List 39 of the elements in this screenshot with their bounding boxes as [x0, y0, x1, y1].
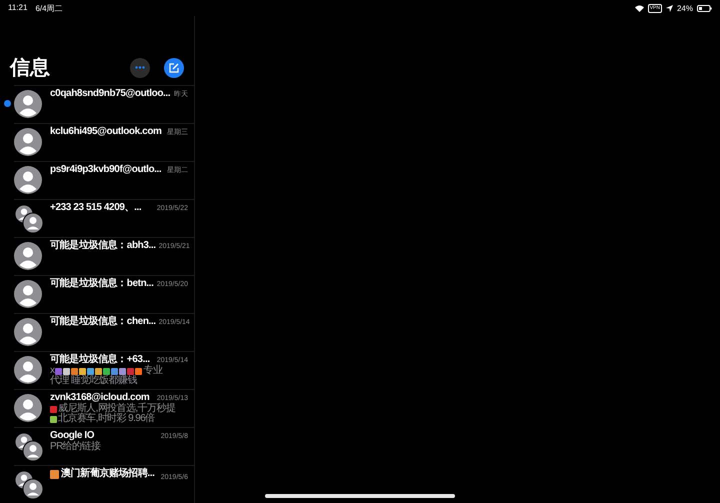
- avatar-icon: [14, 128, 42, 156]
- wifi-icon: [634, 4, 644, 12]
- status-date: 6/4周二: [35, 2, 63, 14]
- conversation-name: Google IO: [50, 430, 94, 441]
- conversation-name: +233 23 515 4209、...: [50, 202, 142, 214]
- more-button[interactable]: [130, 58, 150, 78]
- conversation-name: 可能是垃圾信息：+63...: [50, 354, 150, 365]
- conversation-name: kclu6hi495@outlook.com: [50, 126, 162, 138]
- avatar-icon: [22, 212, 44, 234]
- avatar-icon: [14, 280, 42, 308]
- message-preview: x: [50, 366, 54, 376]
- conversation-name: 可能是垃圾信息：betn...: [50, 278, 154, 290]
- conversation-name: 澳门新葡京赌场招聘...: [50, 468, 155, 480]
- avatar-icon: [14, 166, 42, 194]
- avatar-icon: [22, 478, 44, 500]
- message-preview: 威尼斯人,网投首选,千万秒提: [58, 404, 176, 414]
- battery-percent: 24%: [676, 4, 693, 12]
- avatar-icon: [14, 318, 42, 346]
- battery-icon: [697, 4, 712, 12]
- avatar-icon: [22, 440, 44, 462]
- avatar-icon: [14, 242, 42, 270]
- avatar-icon: [14, 356, 42, 384]
- conversation-name: zvnk3168@icloud.com: [50, 392, 150, 403]
- message-preview: 代理 睡觉吃饭都赚钱: [50, 376, 137, 386]
- ellipsis-icon: [135, 66, 145, 69]
- compose-icon: [169, 62, 179, 72]
- conversation-name: c0qah8snd9nb75@outloo...: [50, 88, 170, 100]
- avatar-icon: [14, 90, 42, 118]
- conversation-name: ps9r4i9p3kvb90f@outlo...: [50, 164, 162, 176]
- sidebar-title: 信息: [10, 56, 50, 81]
- location-arrow-icon: [666, 4, 673, 12]
- message-preview: PR给的链接: [50, 442, 100, 452]
- avatar-icon: [14, 394, 42, 422]
- conversation-name: 可能是垃圾信息：chen...: [50, 316, 156, 328]
- message-preview: 北京赛车,时时彩 9.96倍: [58, 414, 155, 424]
- message-preview: 专业: [143, 366, 162, 376]
- status-time: 11:21: [8, 2, 28, 14]
- conversation-name: 可能是垃圾信息：abh3...: [50, 240, 156, 252]
- compose-button[interactable]: [164, 58, 184, 78]
